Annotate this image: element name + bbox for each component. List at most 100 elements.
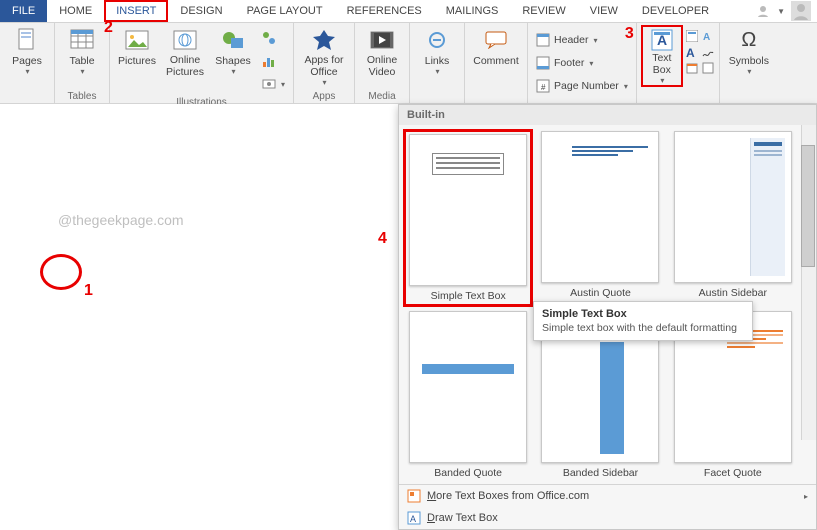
page-number-icon: # [536, 79, 550, 93]
page-number-button[interactable]: #Page Number▾ [532, 75, 632, 97]
account-icon [756, 4, 770, 18]
ribbon-body: Pages▾ Table▾ Tables 2 Pictures Online P… [0, 23, 817, 104]
gallery-item-austin-sidebar[interactable]: Austin Sidebar [668, 129, 798, 307]
scrollbar-thumb[interactable] [801, 145, 815, 267]
signature-icon [702, 46, 714, 58]
tab-page-layout[interactable]: PAGE LAYOUT [235, 0, 335, 22]
gallery-item-label: Banded Sidebar [563, 467, 638, 479]
draw-text-box-icon: A [407, 511, 421, 525]
gallery-item-banded-quote[interactable]: Banded Quote [403, 309, 533, 481]
svg-text:A: A [410, 514, 416, 524]
tab-mailings[interactable]: MAILINGS [434, 0, 511, 22]
drop-cap-button[interactable]: A [685, 45, 699, 59]
gallery-item-austin-quote[interactable]: Austin Quote [535, 129, 665, 307]
online-video-label: Online Video [359, 55, 405, 78]
header-button[interactable]: Header▾ [532, 29, 632, 51]
online-pictures-label: Online Pictures [162, 55, 208, 78]
group-label-media: Media [359, 89, 405, 104]
table-button[interactable]: Table▾ [59, 25, 105, 89]
table-icon [70, 29, 94, 51]
pages-button[interactable]: Pages▾ [4, 25, 50, 89]
callout-4: 4 [378, 230, 387, 248]
group-pages: Pages▾ [0, 23, 55, 103]
account-area[interactable]: ▼ [750, 0, 817, 22]
screenshot-button[interactable]: ▾ [258, 73, 289, 95]
tab-design[interactable]: DESIGN [168, 0, 234, 22]
group-label-apps: Apps [298, 89, 350, 104]
links-label: Links [425, 55, 450, 67]
gallery-scrollbar[interactable] [801, 125, 816, 440]
account-dropdown-icon: ▼ [777, 7, 785, 16]
gallery-item-simple-text-box[interactable]: Simple Text Box [403, 129, 533, 307]
group-links: Links▾ [410, 23, 465, 103]
chevron-down-icon: ▾ [589, 59, 593, 68]
object-button[interactable] [701, 61, 715, 75]
drop-cap-icon: A [686, 46, 698, 58]
apps-label: Apps for Office [298, 55, 350, 78]
date-icon [686, 62, 698, 74]
group-comments: Comment [465, 23, 528, 103]
text-box-button[interactable]: A Text Box▾ [641, 25, 683, 87]
comment-icon [485, 31, 507, 49]
callout-1: 1 [84, 282, 93, 300]
tab-review[interactable]: REVIEW [510, 0, 577, 22]
comment-label: Comment [473, 55, 519, 67]
group-text: 3 A Text Box▾ A A [637, 23, 720, 103]
quick-parts-icon [686, 30, 698, 42]
gallery-footer: More Text Boxes from Office.com ▸ A Draw… [399, 484, 816, 529]
shapes-button[interactable]: Shapes▾ [210, 25, 256, 89]
tab-home[interactable]: HOME [47, 0, 104, 22]
date-time-button[interactable] [685, 61, 699, 75]
apps-icon [313, 29, 335, 51]
chevron-down-icon: ▾ [231, 67, 235, 76]
tab-developer[interactable]: DEVELOPER [630, 0, 721, 22]
header-icon [536, 33, 550, 47]
comment-button[interactable]: Comment [469, 25, 523, 89]
smartart-button[interactable] [258, 27, 289, 49]
text-box-icon: A [651, 29, 673, 51]
chevron-down-icon: ▾ [80, 67, 84, 76]
symbols-button[interactable]: Ω Symbols▾ [724, 25, 774, 89]
online-pictures-icon [173, 30, 197, 50]
chevron-down-icon: ▾ [660, 76, 664, 85]
tab-file[interactable]: FILE [0, 0, 47, 22]
group-illustrations: 2 Pictures Online Pictures Shapes▾ ▾ Ill… [110, 23, 294, 103]
gallery-item-label: Simple Text Box [431, 290, 506, 302]
online-video-button[interactable]: Online Video [359, 25, 405, 89]
signature-line-button[interactable] [701, 45, 715, 59]
wordart-button[interactable]: A [701, 29, 715, 43]
footer-button[interactable]: Footer▾ [532, 52, 632, 74]
chevron-down-icon: ▾ [323, 78, 327, 87]
chart-button[interactable] [258, 50, 289, 72]
tooltip-title: Simple Text Box [542, 308, 744, 320]
more-text-boxes-button[interactable]: More Text Boxes from Office.com ▸ [399, 485, 816, 507]
office-icon [407, 489, 421, 503]
apps-for-office-button[interactable]: Apps for Office▾ [298, 25, 350, 89]
tooltip-simple-text-box: Simple Text Box Simple text box with the… [533, 301, 753, 341]
quick-parts-button[interactable] [685, 29, 699, 43]
wordart-icon: A [702, 30, 714, 42]
pictures-button[interactable]: Pictures [114, 25, 160, 89]
tab-references[interactable]: REFERENCES [335, 0, 434, 22]
tab-insert[interactable]: INSERT [104, 0, 168, 22]
watermark-text: @thegeekpage.com [58, 212, 184, 228]
chevron-down-icon: ▾ [281, 80, 285, 89]
document-area[interactable]: @thegeekpage.com 1 4 Built-in Simple Tex… [0, 104, 817, 528]
tab-view[interactable]: VIEW [578, 0, 630, 22]
group-header-footer: Header▾ Footer▾ #Page Number▾ [528, 23, 637, 103]
user-avatar-icon [791, 1, 811, 21]
links-button[interactable]: Links▾ [414, 25, 460, 89]
group-label-tables: Tables [59, 89, 105, 104]
screenshot-icon [262, 77, 276, 91]
symbols-label: Symbols [729, 55, 769, 67]
object-icon [702, 62, 714, 74]
footer-icon [536, 56, 550, 70]
group-media: Online Video Media [355, 23, 410, 103]
gallery-item-label: Austin Quote [570, 287, 631, 299]
svg-text:#: # [541, 83, 546, 92]
chevron-down-icon: ▾ [593, 36, 597, 45]
text-box-gallery: Built-in Simple Text Box Austin Quote Au… [398, 104, 817, 530]
gallery-item-label: Austin Sidebar [699, 287, 767, 299]
online-pictures-button[interactable]: Online Pictures [162, 25, 208, 89]
page-icon [17, 28, 37, 52]
